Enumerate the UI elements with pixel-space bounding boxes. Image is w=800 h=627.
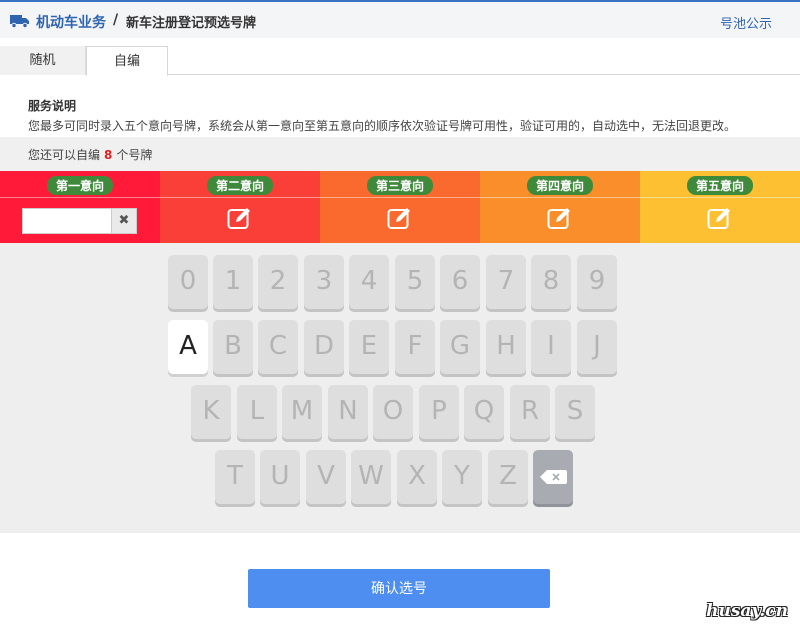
remaining-prefix: 您还可以自编 [28, 148, 101, 162]
backspace-icon [540, 470, 567, 484]
key-h[interactable]: H [486, 320, 526, 374]
key-j[interactable]: J [577, 320, 617, 374]
key-w[interactable]: W [351, 450, 391, 504]
key-c[interactable]: C [258, 320, 298, 374]
edit-icon[interactable] [227, 206, 253, 230]
service-title: 服务说明 [28, 99, 77, 113]
key-x[interactable]: X [397, 450, 437, 504]
preference-5-label: 第五意向 [686, 176, 754, 195]
key-y[interactable]: Y [442, 450, 482, 504]
key-s[interactable]: S [555, 385, 595, 439]
preference-divider [160, 197, 320, 198]
truck-icon [10, 15, 29, 28]
key-z[interactable]: Z [488, 450, 528, 504]
preference-divider [480, 197, 640, 198]
key-1[interactable]: 1 [213, 255, 253, 309]
key-6[interactable]: 6 [440, 255, 480, 309]
key-4[interactable]: 4 [349, 255, 389, 309]
preference-4[interactable]: 第四意向 [480, 171, 640, 243]
key-9[interactable]: 9 [577, 255, 617, 309]
close-icon[interactable]: ✖ [111, 208, 137, 234]
key-e[interactable]: E [349, 320, 389, 374]
preference-1: 第一意向 ✖ [0, 171, 160, 243]
confirm-button[interactable]: 确认选号 [248, 569, 550, 608]
edit-icon[interactable] [707, 206, 733, 230]
preference-4-label: 第四意向 [526, 176, 594, 195]
preference-divider [640, 197, 800, 198]
preference-divider [0, 197, 160, 198]
key-7[interactable]: 7 [486, 255, 526, 309]
key-3[interactable]: 3 [304, 255, 344, 309]
key-5[interactable]: 5 [395, 255, 435, 309]
remaining-count-text: 您还可以自编 8 个号牌 [28, 146, 152, 163]
preference-row: 第一意向 ✖ 第二意向 第三意向 第四意向 第五意向 [0, 171, 800, 243]
preference-divider [320, 197, 480, 198]
remaining-suffix: 个号牌 [116, 148, 153, 162]
key-a[interactable]: A [168, 320, 208, 374]
page-subtitle: 新车注册登记预选号牌 [126, 16, 257, 31]
tab-custom[interactable]: 自编 [86, 46, 168, 76]
key-g[interactable]: G [440, 320, 480, 374]
key-d[interactable]: D [304, 320, 344, 374]
watermark: husay.cn [706, 601, 788, 621]
key-p[interactable]: P [419, 385, 459, 439]
key-u[interactable]: U [260, 450, 300, 504]
plate-keyboard: 0 1 2 3 4 5 6 7 8 9 A B C D E F G H I J … [0, 243, 800, 533]
preference-3-label: 第三意向 [366, 176, 434, 195]
key-o[interactable]: O [373, 385, 413, 439]
key-t[interactable]: T [215, 450, 255, 504]
preference-3[interactable]: 第三意向 [320, 171, 480, 243]
service-description: 您最多可同时录入五个意向号牌，系统会从第一意向至第五意向的顺序依次验证号牌可用性… [28, 119, 737, 133]
key-l[interactable]: L [237, 385, 277, 439]
edit-icon[interactable] [547, 206, 573, 230]
preference-2-label: 第二意向 [206, 176, 274, 195]
breadcrumb-separator: / [113, 12, 119, 28]
pool-notice-link[interactable]: 号池公示 [720, 13, 772, 32]
tab-bar: 随机 自编 [0, 46, 800, 76]
key-v[interactable]: V [306, 450, 346, 504]
preference-5[interactable]: 第五意向 [640, 171, 800, 243]
remaining-bar: 您还可以自编 8 个号牌 [0, 137, 800, 171]
plate-input[interactable] [22, 208, 112, 234]
key-n[interactable]: N [328, 385, 368, 439]
key-f[interactable]: F [395, 320, 435, 374]
preference-2[interactable]: 第二意向 [160, 171, 320, 243]
preference-1-label: 第一意向 [46, 176, 114, 195]
key-2[interactable]: 2 [258, 255, 298, 309]
key-q[interactable]: Q [464, 385, 504, 439]
backspace-key[interactable] [533, 450, 573, 504]
edit-icon[interactable] [387, 206, 413, 230]
key-b[interactable]: B [213, 320, 253, 374]
page-title[interactable]: 机动车业务 [36, 12, 106, 32]
remaining-count: 8 [104, 148, 113, 162]
key-8[interactable]: 8 [531, 255, 571, 309]
key-k[interactable]: K [191, 385, 231, 439]
tab-random[interactable]: 随机 [0, 46, 86, 75]
key-i[interactable]: I [531, 320, 571, 374]
key-r[interactable]: R [510, 385, 550, 439]
key-m[interactable]: M [282, 385, 322, 439]
top-bar: 机动车业务 / 新车注册登记预选号牌 号池公示 [0, 0, 800, 38]
key-0[interactable]: 0 [168, 255, 208, 309]
